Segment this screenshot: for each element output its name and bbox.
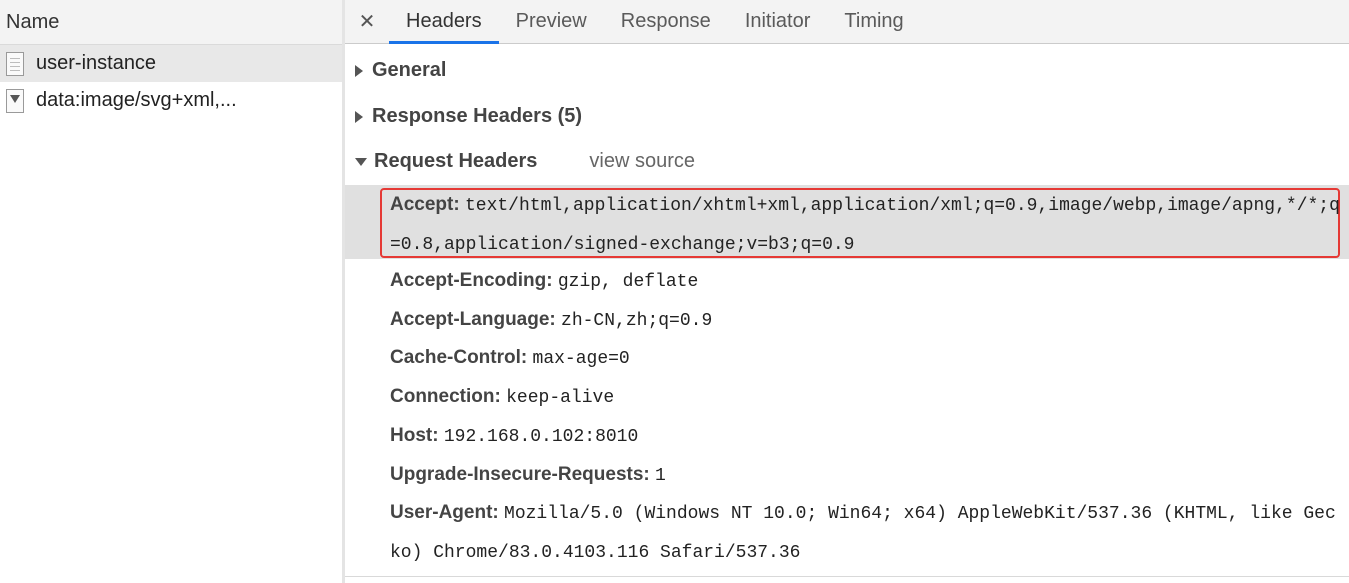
svg-file-icon xyxy=(6,88,24,113)
request-details-panel: ✕ Headers Preview Response Initiator Tim… xyxy=(345,0,1349,583)
name-column-header[interactable]: Name xyxy=(0,0,342,45)
request-item-svg-data[interactable]: data:image/svg+xml,... xyxy=(0,82,342,119)
header-key: Cache-Control: xyxy=(390,347,528,368)
header-value: zh-CN,zh;q=0.9 xyxy=(561,311,713,331)
header-row-host[interactable]: Host: 192.168.0.102:8010 xyxy=(390,417,1340,456)
header-value: 1 xyxy=(655,466,666,486)
header-key: Accept: xyxy=(390,194,460,215)
header-key: Connection: xyxy=(390,386,501,407)
header-value: 192.168.0.102:8010 xyxy=(443,427,639,447)
details-tabbar: ✕ Headers Preview Response Initiator Tim… xyxy=(345,0,1349,44)
header-row-cache-control[interactable]: Cache-Control: max-age=0 xyxy=(390,339,1340,378)
section-title: Request Headers xyxy=(374,150,538,172)
header-row-accept-encoding[interactable]: Accept-Encoding: gzip, deflate xyxy=(390,262,1340,301)
response-headers-section-toggle[interactable]: Response Headers (5) xyxy=(355,105,582,128)
request-item-user-instance[interactable]: user-instance xyxy=(0,45,342,82)
header-key: Accept-Language: xyxy=(390,309,556,330)
header-row-connection[interactable]: Connection: keep-alive xyxy=(390,378,1340,417)
document-icon xyxy=(6,51,24,76)
close-icon[interactable]: ✕ xyxy=(345,0,389,43)
section-divider xyxy=(345,576,1349,577)
header-value: text/html,application/xhtml+xml,applicat… xyxy=(390,196,1340,255)
tab-response[interactable]: Response xyxy=(604,0,728,43)
header-row-user-agent[interactable]: User-Agent: Mozilla/5.0 (Windows NT 10.0… xyxy=(390,494,1340,572)
header-key: User-Agent: xyxy=(390,502,499,523)
collapse-arrow-icon xyxy=(355,157,367,166)
request-name: user-instance xyxy=(36,52,157,74)
header-key: Accept-Encoding: xyxy=(390,270,553,291)
tab-headers[interactable]: Headers xyxy=(389,0,499,44)
tab-preview[interactable]: Preview xyxy=(499,0,604,43)
header-value: max-age=0 xyxy=(532,349,630,369)
request-headers-section-toggle[interactable]: Request Headers view source xyxy=(355,150,695,173)
header-key: Upgrade-Insecure-Requests: xyxy=(390,464,650,485)
request-name: data:image/svg+xml,... xyxy=(36,89,237,111)
header-key: Host: xyxy=(390,425,439,446)
view-source-link[interactable]: view source xyxy=(589,150,695,173)
header-row-upgrade-insecure-requests[interactable]: Upgrade-Insecure-Requests: 1 xyxy=(390,456,1340,495)
tab-timing[interactable]: Timing xyxy=(827,0,920,43)
general-section-toggle[interactable]: General xyxy=(355,59,446,82)
request-list-panel: Name user-instance data:image/svg+xml,..… xyxy=(0,0,343,583)
tab-initiator[interactable]: Initiator xyxy=(728,0,828,43)
name-column-label: Name xyxy=(6,10,60,33)
section-title: General xyxy=(372,59,447,81)
header-value: keep-alive xyxy=(506,388,615,408)
header-row-accept-language[interactable]: Accept-Language: zh-CN,zh;q=0.9 xyxy=(390,301,1340,340)
header-row-accept[interactable]: Accept: text/html,application/xhtml+xml,… xyxy=(390,186,1340,264)
expand-arrow-icon xyxy=(355,64,363,77)
header-value: gzip, deflate xyxy=(557,272,699,292)
section-title: Response Headers (5) xyxy=(372,105,583,127)
expand-arrow-icon xyxy=(355,110,363,123)
header-value: Mozilla/5.0 (Windows NT 10.0; Win64; x64… xyxy=(390,504,1336,563)
